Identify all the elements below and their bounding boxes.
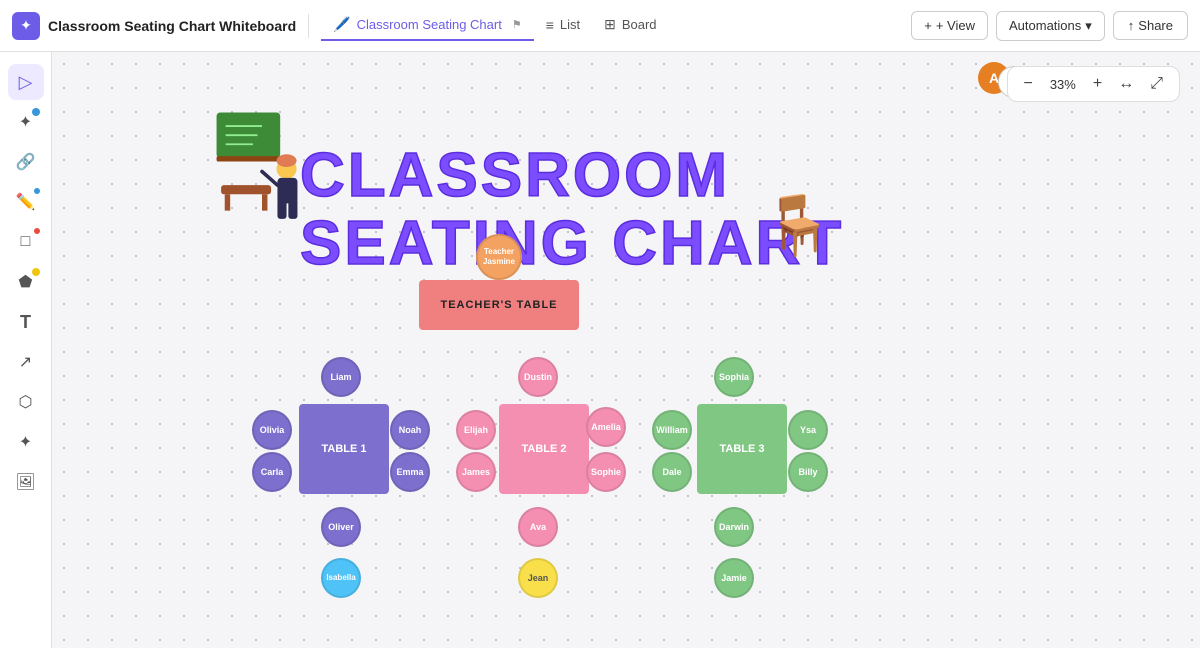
student-james: James <box>456 452 496 492</box>
student-sophie2: Sophie <box>586 452 626 492</box>
automations-button[interactable]: Automations ▾ <box>996 11 1105 41</box>
shapes-dot <box>32 108 40 116</box>
rect-icon: □ <box>21 233 31 251</box>
tab-board[interactable]: ⊞ Board <box>592 10 668 41</box>
tab-board-label: Board <box>622 17 657 32</box>
student-william: William <box>652 410 692 450</box>
tab-list[interactable]: ≡ List <box>534 11 592 41</box>
sidebar-item-shapes[interactable]: ✦ <box>8 104 44 140</box>
fullscreen-icon: ⤢ <box>1150 75 1163 92</box>
sidebar-item-diagram[interactable]: ⬡ <box>8 384 44 420</box>
teachers-table: TEACHER'S TABLE <box>419 280 579 330</box>
table-1-label: TABLE 1 <box>321 443 366 455</box>
student-jamie: Jamie <box>714 558 754 598</box>
share-button[interactable]: ↑ Share <box>1113 11 1188 40</box>
diagram-icon: ⬡ <box>19 392 33 412</box>
automations-label: Automations <box>1009 18 1081 33</box>
student-jean: Jean <box>518 558 558 598</box>
student-amelia: Amelia <box>586 407 626 447</box>
student-sophia: Sophia <box>714 357 754 397</box>
student-darwin: Darwin <box>714 507 754 547</box>
pen-icon: ✏️ <box>16 192 36 212</box>
fullscreen-button[interactable]: ⤢ <box>1146 73 1167 95</box>
sidebar-item-arrow[interactable]: ↗ <box>8 344 44 380</box>
student-noah: Noah <box>390 410 430 450</box>
minus-icon: − <box>1024 75 1033 92</box>
student-dustin: Dustin <box>518 357 558 397</box>
tab-list-label: List <box>560 17 580 32</box>
sidebar-item-image[interactable]: 🖼 <box>8 464 44 500</box>
tab-classroom-label: Classroom Seating Chart <box>357 17 502 32</box>
sticky-icon: ⬟ <box>19 272 33 292</box>
student-oliver: Oliver <box>321 507 361 547</box>
tab-board-icon: ⊞ <box>604 16 616 33</box>
fit-button[interactable]: ↔ <box>1114 73 1138 95</box>
star-icon: ✦ <box>19 432 32 452</box>
tab-classroom[interactable]: 🖊️ Classroom Seating Chart ⚑ <box>321 10 534 41</box>
sidebar-item-text[interactable]: T <box>8 304 44 340</box>
table-3: TABLE 3 <box>697 404 787 494</box>
sidebar-item-select[interactable]: ▷ <box>8 64 44 100</box>
app-logo[interactable]: ✦ <box>12 12 40 40</box>
logo-icon: ✦ <box>20 17 32 34</box>
student-elijah: Elijah <box>456 410 496 450</box>
topbar-tabs: 🖊️ Classroom Seating Chart ⚑ ≡ List ⊞ Bo… <box>321 10 668 41</box>
student-ysa: Ysa <box>788 410 828 450</box>
teachers-table-label: TEACHER'S TABLE <box>440 299 557 311</box>
topbar: ✦ Classroom Seating Chart Whiteboard 🖊️ … <box>0 0 1200 52</box>
zoom-level: 33% <box>1045 77 1081 92</box>
topbar-actions: + + View Automations ▾ ↑ Share <box>911 11 1188 41</box>
table-1: TABLE 1 <box>299 404 389 494</box>
sidebar-item-star[interactable]: ✦ <box>8 424 44 460</box>
teacher-illustration <box>212 107 312 237</box>
topbar-title: Classroom Seating Chart Whiteboard <box>48 18 296 34</box>
arrow-icon: ↗ <box>19 352 32 372</box>
view-label: + View <box>936 18 975 33</box>
text-icon: T <box>20 312 31 333</box>
share-label: Share <box>1138 18 1173 33</box>
student-billy: Billy <box>788 452 828 492</box>
tab-classroom-icon: 🖊️ <box>333 16 350 33</box>
canvas[interactable]: CLASSROOM SEATING CHART 🪑 TeacherJasmine… <box>52 52 1200 648</box>
table-3-label: TABLE 3 <box>719 443 764 455</box>
student-liam: Liam <box>321 357 361 397</box>
sidebar: ▷ ✦ 🔗 ✏️ □ ⬟ T ↗ ⬡ ✦ 🖼 <box>0 52 52 648</box>
table-2-label: TABLE 2 <box>521 443 566 455</box>
chevron-down-icon: ▾ <box>1085 18 1092 34</box>
zoom-out-button[interactable]: − <box>1020 73 1037 95</box>
plus-icon: + <box>924 18 932 33</box>
fit-icon: ↔ <box>1118 75 1134 92</box>
rect-dot <box>34 228 40 234</box>
view-button[interactable]: + + View <box>911 11 988 40</box>
student-ava: Ava <box>518 507 558 547</box>
shapes-icon: ✦ <box>19 112 32 132</box>
zoom-in-button[interactable]: + <box>1089 73 1106 95</box>
sidebar-item-sticky[interactable]: ⬟ <box>8 264 44 300</box>
canvas-toolbar: − 33% + ↔ ⤢ <box>1007 66 1181 102</box>
share-icon: ↑ <box>1128 18 1135 33</box>
sidebar-item-rect[interactable]: □ <box>8 224 44 260</box>
student-emma: Emma <box>390 452 430 492</box>
link-icon: 🔗 <box>16 152 36 172</box>
sidebar-item-link[interactable]: 🔗 <box>8 144 44 180</box>
sticky-dot <box>32 268 40 276</box>
whiteboard-content: CLASSROOM SEATING CHART 🪑 TeacherJasmine… <box>52 52 1200 648</box>
student-carla: Carla <box>252 452 292 492</box>
student-isabella: Isabella <box>321 558 361 598</box>
student-olivia: Olivia <box>252 410 292 450</box>
topbar-divider <box>308 14 309 38</box>
tab-close-icon[interactable]: ⚑ <box>512 18 522 31</box>
sidebar-item-pen[interactable]: ✏️ <box>8 184 44 220</box>
pen-dot <box>34 188 40 194</box>
chair-icon: 🪑 <box>762 192 834 260</box>
cursor-icon: ▷ <box>19 72 33 93</box>
image-icon: 🖼 <box>15 472 35 492</box>
plus-icon: + <box>1093 75 1102 92</box>
table-2: TABLE 2 <box>499 404 589 494</box>
student-dale: Dale <box>652 452 692 492</box>
teacher-label-circle: TeacherJasmine <box>476 234 522 280</box>
tab-list-icon: ≡ <box>546 17 554 33</box>
